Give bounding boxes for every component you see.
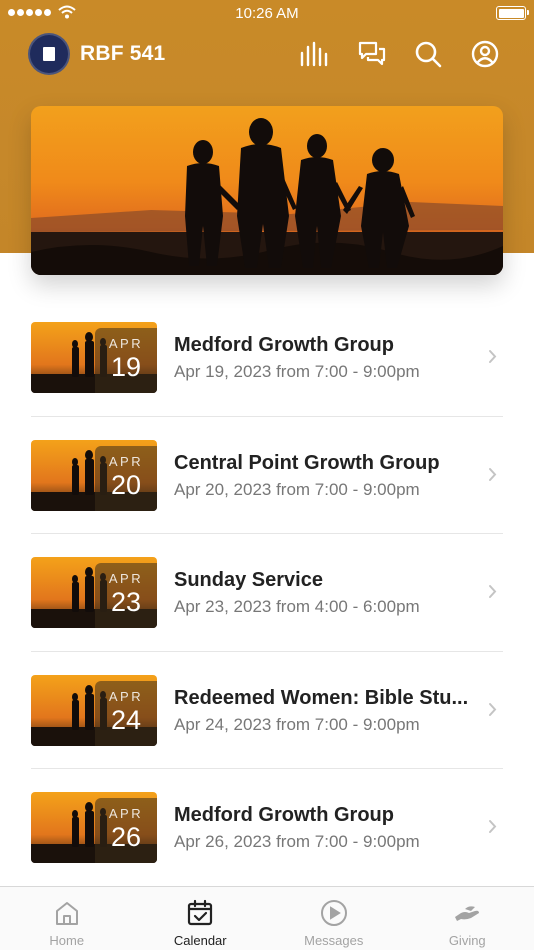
date-badge: APR 24: [95, 680, 157, 746]
tab-label: Messages: [304, 933, 364, 948]
chat-bubbles-icon[interactable]: [356, 38, 388, 70]
tab-label: Giving: [448, 933, 486, 948]
event-row[interactable]: APR 20 Central Point Growth Group Apr 20…: [31, 417, 503, 534]
event-thumbnail: APR 20: [31, 439, 157, 511]
date-month: APR: [108, 336, 144, 351]
event-row[interactable]: APR 26 Medford Growth Group Apr 26, 2023…: [31, 769, 503, 887]
event-thumbnail: APR 26: [31, 792, 157, 863]
date-day: 23: [110, 587, 142, 617]
date-day: 20: [110, 469, 142, 500]
date-badge: APR 26: [95, 798, 157, 863]
date-month: APR: [108, 571, 144, 586]
event-time: Apr 26, 2023 from 7:00 - 9:00pm: [174, 832, 420, 851]
hero-image[interactable]: [31, 106, 503, 275]
battery-icon: [496, 6, 529, 20]
chevron-right-icon: [489, 350, 497, 363]
status-time: 10:26 AM: [235, 5, 299, 22]
tab-calendar[interactable]: Calendar: [134, 887, 268, 950]
calendar-icon: [188, 899, 213, 926]
event-time: Apr 19, 2023 from 7:00 - 9:00pm: [174, 362, 420, 381]
event-time: Apr 23, 2023 from 4:00 - 6:00pm: [174, 597, 420, 616]
tab-messages[interactable]: Messages: [267, 887, 401, 950]
chevron-right-icon: [489, 702, 497, 716]
event-time: Apr 20, 2023 from 7:00 - 9:00pm: [174, 479, 420, 499]
event-thumbnail: APR 23: [31, 557, 157, 628]
status-bar: 10:26 AM: [0, 0, 534, 28]
event-thumbnail: APR 24: [31, 674, 157, 746]
app-title: RBF 541: [80, 42, 166, 65]
date-day: 26: [110, 822, 142, 852]
search-icon[interactable]: [412, 38, 444, 70]
tab-label: Calendar: [173, 933, 227, 948]
date-month: APR: [108, 453, 144, 469]
event-thumbnail: APR 19: [31, 322, 157, 393]
tab-bar: Home Calendar Messages Giving: [0, 886, 534, 950]
play-icon: [320, 900, 347, 926]
church-logo[interactable]: [28, 33, 70, 75]
tab-giving[interactable]: Giving: [401, 887, 534, 950]
event-row[interactable]: APR 24 Redeemed Women: Bible Stu... Apr …: [31, 652, 503, 769]
event-title: Sunday Service: [174, 569, 323, 591]
date-day: 19: [110, 352, 142, 382]
date-month: APR: [108, 806, 144, 821]
date-month: APR: [108, 688, 144, 704]
tab-home[interactable]: Home: [0, 887, 134, 950]
bars-chart-icon[interactable]: [298, 38, 330, 70]
event-title: Central Point Growth Group: [174, 451, 440, 474]
date-badge: APR 23: [95, 563, 157, 628]
event-title: Redeemed Women: Bible Stu...: [174, 686, 469, 709]
giving-hand-icon: [455, 906, 480, 921]
event-title: Medford Growth Group: [174, 334, 394, 356]
date-badge: APR 19: [95, 328, 157, 393]
tab-label: Home: [49, 933, 85, 948]
profile-icon[interactable]: [469, 38, 501, 70]
date-day: 24: [110, 704, 142, 735]
event-title: Medford Growth Group: [174, 804, 394, 826]
event-time: Apr 24, 2023 from 7:00 - 9:00pm: [174, 714, 420, 734]
date-badge: APR 20: [95, 445, 157, 511]
event-row[interactable]: APR 23 Sunday Service Apr 23, 2023 from …: [31, 534, 503, 652]
chevron-right-icon: [489, 585, 497, 598]
chevron-right-icon: [489, 467, 497, 481]
home-icon: [55, 902, 78, 925]
event-list: APR 19 Medford Growth Group Apr 19, 2023…: [31, 299, 503, 887]
event-row[interactable]: APR 19 Medford Growth Group Apr 19, 2023…: [31, 299, 503, 417]
chevron-right-icon: [489, 820, 497, 833]
